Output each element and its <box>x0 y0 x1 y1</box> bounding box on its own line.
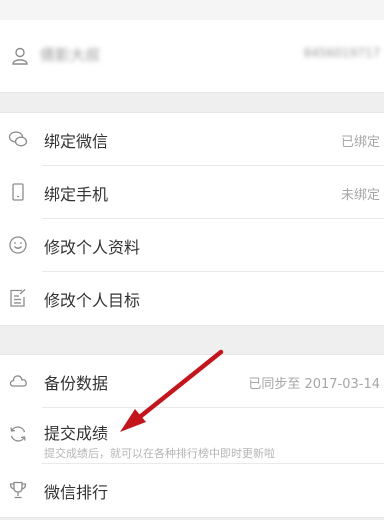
backup-row[interactable]: 备份数据 已同步至 2017-03-14 <box>0 355 384 408</box>
wechat-ranking-row[interactable]: 微信排行 <box>0 464 384 517</box>
backup-label: 备份数据 <box>44 374 109 393</box>
cloud-icon <box>9 375 27 387</box>
submit-score-row[interactable]: 提交成绩 提交成绩后，就可以在各种排行榜中即时更新啦 <box>0 408 384 464</box>
data-group: 备份数据 已同步至 2017-03-14 提交成绩 提交成绩后，就可以在各种排行… <box>0 354 384 518</box>
account-settings-group: 绑定微信 已绑定 绑定手机 未绑定 修改个人资料 修改个人目标 <box>0 112 384 326</box>
user-id: 8456019717 <box>303 46 380 60</box>
user-name: 倩影大叔 <box>40 46 101 64</box>
backup-status: 已同步至 2017-03-14 <box>248 377 380 392</box>
smile-icon <box>9 236 27 254</box>
trophy-icon <box>9 481 27 499</box>
bind-wechat-label: 绑定微信 <box>44 132 109 151</box>
bind-phone-status: 未绑定 <box>340 188 380 203</box>
bind-phone-label: 绑定手机 <box>44 185 109 204</box>
submit-score-label: 提交成绩 <box>44 424 109 443</box>
bind-wechat-status: 已绑定 <box>340 135 380 150</box>
edit-goal-row[interactable]: 修改个人目标 <box>0 272 384 325</box>
wechat-ranking-label: 微信排行 <box>44 483 109 502</box>
phone-icon <box>12 183 24 201</box>
edit-goal-label: 修改个人目标 <box>44 291 141 310</box>
user-icon <box>12 47 28 65</box>
wechat-icon <box>8 131 28 147</box>
edit-profile-row[interactable]: 修改个人资料 <box>0 219 384 272</box>
edit-icon <box>10 289 26 307</box>
top-strip <box>0 0 384 21</box>
user-profile-row[interactable]: 倩影大叔 8456019717 <box>0 20 384 93</box>
refresh-icon <box>10 426 26 442</box>
bind-phone-row[interactable]: 绑定手机 未绑定 <box>0 166 384 219</box>
submit-score-hint: 提交成绩后，就可以在各种排行榜中即时更新啦 <box>44 447 275 460</box>
bind-wechat-row[interactable]: 绑定微信 已绑定 <box>0 113 384 166</box>
edit-profile-label: 修改个人资料 <box>44 238 141 257</box>
